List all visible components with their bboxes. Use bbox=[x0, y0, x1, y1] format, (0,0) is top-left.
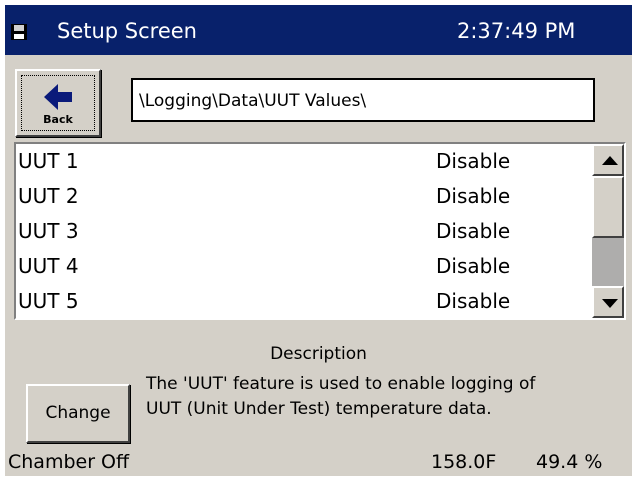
arrow-down-icon bbox=[602, 299, 618, 308]
list-item-uut-4[interactable]: UUT 4 Disable bbox=[16, 249, 598, 284]
vertical-scrollbar[interactable] bbox=[592, 144, 624, 318]
item-value: Disable bbox=[436, 149, 511, 173]
scroll-down-button[interactable] bbox=[592, 286, 624, 318]
item-name: UUT 4 bbox=[18, 254, 79, 278]
item-name: UUT 1 bbox=[18, 149, 79, 173]
arrow-up-icon bbox=[602, 156, 618, 165]
scroll-up-button[interactable] bbox=[592, 144, 624, 176]
scroll-track[interactable] bbox=[592, 238, 624, 286]
description-text: The 'UUT' feature is used to enable logg… bbox=[146, 372, 616, 422]
item-value: Disable bbox=[436, 219, 511, 243]
list-item-uut-5[interactable]: UUT 5 Disable bbox=[16, 284, 598, 318]
humidity-readout: 49.4 % bbox=[536, 451, 603, 473]
description-line-2: UUT (Unit Under Test) temperature data. bbox=[146, 399, 492, 419]
clock: 2:37:49 PM bbox=[457, 19, 576, 43]
settings-list: UUT 1 Disable UUT 2 Disable UUT 3 Disabl… bbox=[14, 142, 626, 320]
scroll-thumb[interactable] bbox=[592, 176, 624, 238]
back-button-label: Back bbox=[43, 113, 73, 126]
description-heading: Description bbox=[270, 344, 367, 364]
back-arrow-icon bbox=[44, 84, 72, 110]
item-value: Disable bbox=[436, 289, 511, 313]
setup-screen: Setup Screen 2:37:49 PM Back \Logging\Da… bbox=[5, 5, 632, 476]
list-item-uut-1[interactable]: UUT 1 Disable bbox=[16, 144, 598, 179]
floppy-disk-icon bbox=[11, 24, 27, 40]
item-name: UUT 5 bbox=[18, 289, 79, 313]
list-item-uut-3[interactable]: UUT 3 Disable bbox=[16, 214, 598, 249]
chamber-status: Chamber Off bbox=[8, 451, 130, 473]
item-value: Disable bbox=[436, 254, 511, 278]
item-name: UUT 2 bbox=[18, 184, 79, 208]
item-name: UUT 3 bbox=[18, 219, 79, 243]
temperature-readout: 158.0F bbox=[431, 451, 497, 473]
description-line-1: The 'UUT' feature is used to enable logg… bbox=[146, 374, 536, 394]
back-button[interactable]: Back bbox=[15, 69, 101, 137]
item-value: Disable bbox=[436, 184, 511, 208]
path-field[interactable]: \Logging\Data\UUT Values\ bbox=[131, 78, 595, 122]
change-button[interactable]: Change bbox=[26, 384, 130, 443]
window-title: Setup Screen bbox=[57, 19, 197, 43]
title-bar: Setup Screen 2:37:49 PM bbox=[5, 5, 632, 55]
list-item-uut-2[interactable]: UUT 2 Disable bbox=[16, 179, 598, 214]
